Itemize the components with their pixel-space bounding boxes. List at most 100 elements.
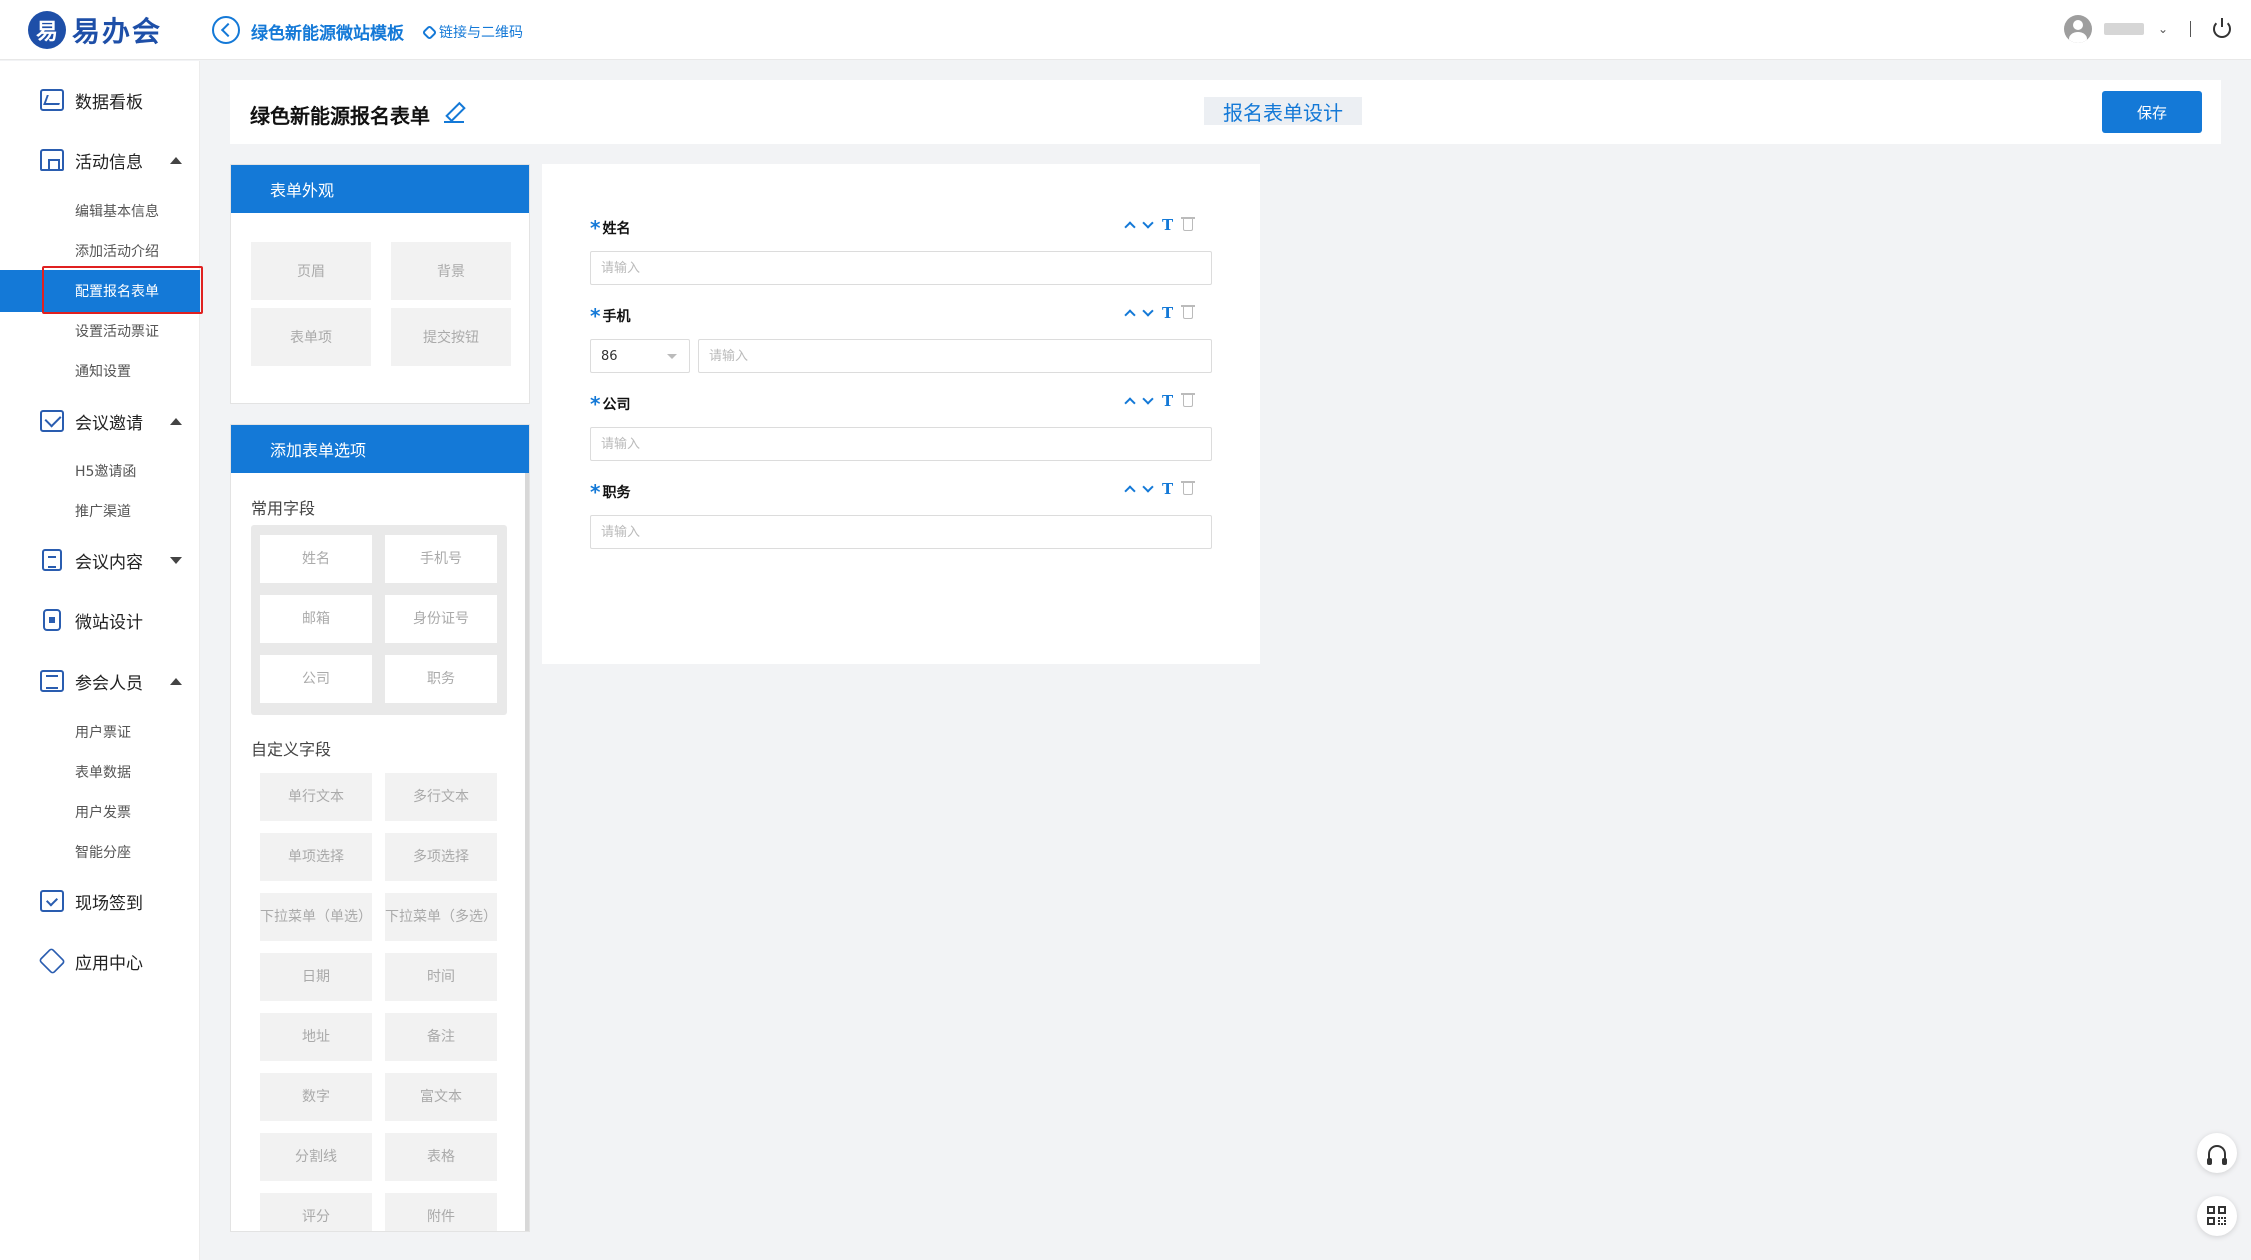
field-button-multi-choice[interactable]: 多项选择 <box>385 833 497 881</box>
phone-input[interactable] <box>698 339 1212 373</box>
field-button-company[interactable]: 公司 <box>260 655 372 703</box>
position-input[interactable] <box>590 515 1212 549</box>
field-button-time[interactable]: 时间 <box>385 953 497 1001</box>
sidebar-subitem-add-intro[interactable]: 添加活动介绍 <box>0 234 200 268</box>
sidebar-subitem-invoice[interactable]: 用户发票 <box>0 795 200 829</box>
field-button-divider[interactable]: 分割线 <box>260 1133 372 1181</box>
field-toolbar: T <box>1124 304 1196 322</box>
sidebar-subitem-label: 智能分座 <box>75 845 131 861</box>
customer-service-button[interactable] <box>2197 1133 2237 1173</box>
field-button-single-choice[interactable]: 单项选择 <box>260 833 372 881</box>
field-button-single-text[interactable]: 单行文本 <box>260 773 372 821</box>
form-field-label-phone: * 手机 <box>590 302 630 328</box>
trash-icon[interactable] <box>1181 217 1196 231</box>
username-placeholder[interactable] <box>2103 23 2144 35</box>
field-button-name[interactable]: 姓名 <box>260 535 372 583</box>
sidebar-subitem-label: 添加活动介绍 <box>75 244 159 260</box>
form-preview: *姓名 T *手机 T 86 *公司 T *职务 T <box>542 164 1260 664</box>
user-area: ⌄ <box>2063 15 2231 43</box>
field-button-date[interactable]: 日期 <box>260 953 372 1001</box>
top-bar: 易 易办会 绿色新能源微站模板 链接与二维码 ⌄ <box>0 0 2251 60</box>
text-style-icon[interactable]: T <box>1162 480 1173 498</box>
app-logo[interactable]: 易 易办会 <box>28 10 162 50</box>
move-down-icon[interactable] <box>1142 217 1154 229</box>
sidebar-subitem-form-data[interactable]: 表单数据 <box>0 755 200 789</box>
sidebar-item-app-center[interactable]: 应用中心 <box>0 941 200 981</box>
sidebar-subitem-seating[interactable]: 智能分座 <box>0 835 200 869</box>
pencil-icon[interactable] <box>444 102 464 123</box>
back-icon[interactable] <box>212 16 240 44</box>
save-button[interactable]: 保存 <box>2102 91 2202 133</box>
field-button-position[interactable]: 职务 <box>385 655 497 703</box>
field-button-remark[interactable]: 备注 <box>385 1013 497 1061</box>
field-button-address[interactable]: 地址 <box>260 1013 372 1061</box>
sidebar-item-attendees[interactable]: 参会人员 <box>0 661 200 701</box>
move-down-icon[interactable] <box>1142 305 1154 317</box>
sidebar-item-site-design[interactable]: 微站设计 <box>0 600 200 640</box>
appearance-panel: 表单外观 页眉 背景 表单项 提交按钮 <box>230 164 530 404</box>
logo-text: 易办会 <box>72 15 163 48</box>
sidebar-subitem-edit-basic[interactable]: 编辑基本信息 <box>0 194 200 228</box>
text-style-icon[interactable]: T <box>1162 216 1173 234</box>
power-icon[interactable] <box>2213 18 2231 38</box>
move-up-icon[interactable] <box>1124 397 1136 409</box>
move-up-icon[interactable] <box>1124 221 1136 233</box>
qrcode-icon <box>2207 1206 2227 1226</box>
sidebar-subitem-ticket[interactable]: 设置活动票证 <box>0 314 200 348</box>
text-style-icon[interactable]: T <box>1162 304 1173 322</box>
sidebar-item-checkin[interactable]: 现场签到 <box>0 881 200 921</box>
avatar[interactable] <box>2063 15 2092 43</box>
sidebar-subitem-user-ticket[interactable]: 用户票证 <box>0 715 200 749</box>
sidebar-item-dashboard[interactable]: 数据看板 <box>0 80 200 120</box>
header-style-button[interactable]: 页眉 <box>251 242 371 300</box>
panel-scrollbar[interactable] <box>525 473 529 1231</box>
link-qrcode-button[interactable]: 链接与二维码 <box>421 22 523 42</box>
company-input[interactable] <box>590 427 1212 461</box>
form-item-style-button[interactable]: 表单项 <box>251 308 371 366</box>
sidebar-item-invitation[interactable]: 会议邀请 <box>0 401 200 441</box>
country-code-select[interactable]: 86 <box>590 339 690 373</box>
clipboard-icon <box>42 549 62 571</box>
sidebar-item-activity-info[interactable]: 活动信息 <box>0 140 200 180</box>
text-style-icon[interactable]: T <box>1162 392 1173 410</box>
sidebar-subitem-label: 编辑基本信息 <box>75 204 159 220</box>
sidebar-subitem-channel[interactable]: 推广渠道 <box>0 494 200 528</box>
field-button-dropdown-single[interactable]: 下拉菜单（单选） <box>260 893 372 941</box>
sidebar-subitem-config-form[interactable]: 配置报名表单 <box>0 270 200 312</box>
qrcode-button[interactable] <box>2197 1196 2237 1236</box>
field-label-text: 姓名 <box>602 221 631 237</box>
background-button[interactable]: 背景 <box>391 242 511 300</box>
move-down-icon[interactable] <box>1142 393 1154 405</box>
field-button-dropdown-multi[interactable]: 下拉菜单（多选） <box>385 893 497 941</box>
sidebar-item-label: 活动信息 <box>75 152 143 173</box>
custom-fields-label: 自定义字段 <box>251 740 332 759</box>
name-input[interactable] <box>590 251 1212 285</box>
tab-form-design[interactable]: 报名表单设计 <box>1204 97 1362 125</box>
field-button-rating[interactable]: 评分 <box>260 1193 372 1231</box>
field-button-email[interactable]: 邮箱 <box>260 595 372 643</box>
sidebar-subitem-notify[interactable]: 通知设置 <box>0 354 200 388</box>
divider <box>2190 21 2191 37</box>
sidebar-item-content[interactable]: 会议内容 <box>0 540 200 580</box>
move-up-icon[interactable] <box>1124 309 1136 321</box>
chevron-down-icon[interactable]: ⌄ <box>2158 22 2168 36</box>
field-button-attachment[interactable]: 附件 <box>385 1193 497 1231</box>
field-button-id-number[interactable]: 身份证号 <box>385 595 497 643</box>
home-icon <box>40 149 64 171</box>
field-button-table[interactable]: 表格 <box>385 1133 497 1181</box>
trash-icon[interactable] <box>1181 393 1196 407</box>
move-up-icon[interactable] <box>1124 485 1136 497</box>
sidebar-subitem-h5-invite[interactable]: H5邀请函 <box>0 454 200 488</box>
field-button-phone[interactable]: 手机号 <box>385 535 497 583</box>
form-field-label-name: * 姓名 <box>590 214 631 240</box>
add-options-panel: 添加表单选项 常用字段 姓名 手机号 邮箱 身份证号 公司 职务 自定义字段 单… <box>230 424 530 1232</box>
field-button-rich-text[interactable]: 富文本 <box>385 1073 497 1121</box>
link-icon <box>421 24 438 40</box>
submit-button-style-button[interactable]: 提交按钮 <box>391 308 511 366</box>
field-button-multi-text[interactable]: 多行文本 <box>385 773 497 821</box>
trash-icon[interactable] <box>1181 305 1196 319</box>
trash-icon[interactable] <box>1181 481 1196 495</box>
headset-icon <box>2207 1145 2227 1165</box>
move-down-icon[interactable] <box>1142 481 1154 493</box>
field-button-number[interactable]: 数字 <box>260 1073 372 1121</box>
